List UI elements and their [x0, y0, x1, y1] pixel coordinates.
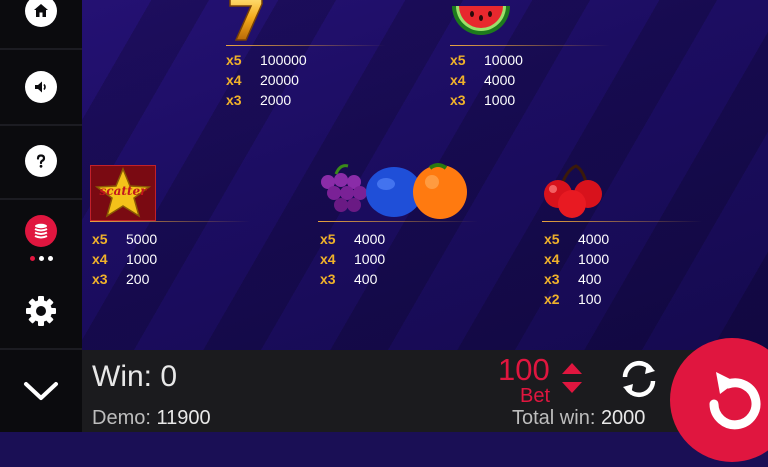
multiplier: x2 [544, 291, 560, 307]
multiplier: x3 [320, 271, 336, 287]
chevron-down-icon [24, 382, 58, 400]
multiplier: x4 [226, 72, 242, 88]
page-dot [48, 256, 53, 261]
bet-adjust [560, 361, 584, 400]
multiplier: x4 [320, 251, 336, 267]
multiplier: x3 [226, 92, 242, 108]
help-button[interactable] [0, 124, 82, 200]
autoplay-icon [622, 360, 656, 398]
pay-row: x5 4000 [544, 229, 609, 249]
divider-line [318, 221, 478, 222]
pay-row: x3 400 [320, 269, 385, 289]
payout: 2000 [260, 92, 292, 108]
settings-button[interactable] [0, 274, 82, 350]
win-display: Win: 0 [92, 360, 177, 394]
pay-row: x3 1000 [450, 90, 523, 110]
payout: 4000 [484, 72, 516, 88]
demo-value: 11900 [156, 407, 211, 429]
multiplier: x3 [92, 271, 108, 287]
payout: 400 [354, 271, 378, 287]
page-dot [39, 256, 44, 261]
seven-symbol [226, 0, 286, 44]
multiplier: x3 [450, 92, 466, 108]
pay-row: x5 5000 [92, 229, 157, 249]
grapes-icon [321, 164, 367, 212]
bet-label: Bet [520, 385, 551, 407]
payout: 10000 [484, 52, 523, 68]
payout: 4000 [354, 231, 386, 247]
total-win-value: 2000 [600, 407, 646, 429]
fruits-pay-rows: x5 4000 x4 1000 x3 400 [320, 229, 385, 289]
total-win-label: Total win: [512, 407, 596, 429]
pay-row: x5 4000 [320, 229, 385, 249]
pay-row: x3 400 [544, 269, 609, 289]
demo-label: Demo: [92, 407, 151, 429]
win-label: Win: [92, 360, 152, 393]
win-value: 0 [160, 360, 178, 393]
multiplier: x4 [544, 251, 560, 267]
coin-stack-icon [25, 215, 57, 247]
divider-line [226, 45, 386, 46]
payout: 4000 [578, 231, 610, 247]
speaker-icon [25, 71, 57, 103]
gear-icon [26, 296, 56, 326]
pay-row: x4 4000 [450, 70, 523, 90]
page-indicator [30, 256, 53, 261]
multiplier: x5 [544, 231, 560, 247]
spin-icon [709, 372, 761, 430]
pay-row: x5 10000 [450, 50, 523, 70]
payout: 200 [126, 271, 150, 287]
multiplier: x5 [226, 52, 242, 68]
cherry-symbol [540, 162, 608, 220]
payout: 1000 [484, 92, 516, 108]
divider-line [542, 221, 702, 222]
pay-row: x4 1000 [544, 249, 609, 269]
bet-increase-arrow-icon[interactable] [562, 363, 582, 374]
collapse-menu-button[interactable] [0, 350, 82, 432]
payout: 400 [578, 271, 602, 287]
payout: 1000 [578, 251, 610, 267]
payout: 100000 [260, 52, 307, 68]
home-icon [25, 0, 57, 27]
bet-value: 100 [498, 352, 550, 387]
question-icon [25, 145, 57, 177]
pay-row: x2 100 [544, 289, 609, 309]
autoplay-button[interactable] [615, 355, 663, 403]
pay-row: x4 1000 [320, 249, 385, 269]
demo-balance: Demo: 11900 [92, 407, 211, 430]
multiplier: x4 [450, 72, 466, 88]
multiplier: x5 [320, 231, 336, 247]
spin-button[interactable] [670, 338, 768, 462]
cherry-pay-rows: x5 4000 x4 1000 x3 400 x2 100 [544, 229, 609, 309]
scatter-label: scatter [99, 184, 147, 198]
seven-pay-rows: x5 100000 x4 20000 x3 2000 [226, 50, 307, 110]
payout: 100 [578, 291, 602, 307]
multiplier: x5 [450, 52, 466, 68]
payout: 1000 [354, 251, 386, 267]
sound-button[interactable] [0, 50, 82, 126]
pay-row: x4 1000 [92, 249, 157, 269]
total-win: Total win: 2000 [512, 407, 645, 430]
multiplier: x3 [544, 271, 560, 287]
scatter-symbol: scatter [90, 165, 156, 221]
payout: 1000 [126, 251, 158, 267]
page-dot-active [30, 256, 35, 261]
bet-decrease-arrow-icon[interactable] [562, 382, 582, 393]
pay-row: x5 100000 [226, 50, 307, 70]
payout: 5000 [126, 231, 158, 247]
grapes-plum-orange-symbols [314, 160, 470, 220]
payout: 20000 [260, 72, 299, 88]
pay-row: x3 200 [92, 269, 157, 289]
pay-row: x3 2000 [226, 90, 307, 110]
watermelon-symbol [450, 0, 512, 42]
divider-line [450, 45, 610, 46]
pay-row: x4 20000 [226, 70, 307, 90]
divider-line [90, 221, 250, 222]
scatter-pay-rows: x5 5000 x4 1000 x3 200 [92, 229, 157, 289]
watermelon-pay-rows: x5 10000 x4 4000 x3 1000 [450, 50, 523, 110]
multiplier: x5 [92, 231, 108, 247]
multiplier: x4 [92, 251, 108, 267]
home-button[interactable] [0, 0, 82, 50]
